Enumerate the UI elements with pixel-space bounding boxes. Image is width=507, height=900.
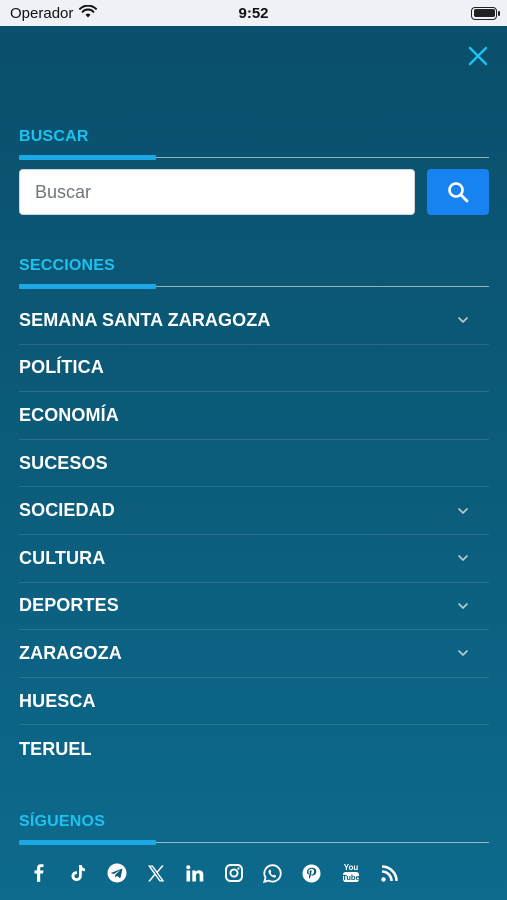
svg-text:You: You [343,863,358,872]
nav-item-zaragoza[interactable]: ZARAGOZA [19,630,489,678]
social-links: You Tube [19,858,409,888]
nav-item-label: ZARAGOZA [19,642,122,663]
nav-item-deportes[interactable]: DEPORTES [19,583,489,631]
status-bar: Operador 9:52 [0,0,507,26]
nav-item-semana-santa-zaragoza[interactable]: SEMANA SANTA ZARAGOZA [19,297,489,345]
nav-item-economia[interactable]: ECONOMÍA [19,392,489,440]
nav-item-label: DEPORTES [19,595,119,616]
battery-icon [471,6,500,20]
facebook-icon[interactable] [19,858,58,888]
x-icon[interactable] [136,858,175,888]
chevron-down-icon[interactable] [455,598,471,614]
youtube-icon[interactable]: You Tube [331,858,370,888]
svg-text:Tube: Tube [342,873,359,882]
nav-item-label: POLÍTICA [19,357,104,378]
chevron-down-icon[interactable] [455,312,471,328]
sections-nav-list: SEMANA SANTA ZARAGOZA POLÍTICA ECONOMÍA … [19,297,489,773]
section-divider [19,840,489,845]
search-section-title: BUSCAR [19,128,89,145]
nav-item-politica[interactable]: POLÍTICA [19,345,489,393]
telegram-icon[interactable] [97,858,136,888]
carrier-label: Operador [10,4,74,22]
close-menu-button[interactable] [465,43,491,69]
nav-item-teruel[interactable]: TERUEL [19,725,489,773]
nav-item-label: SUCESOS [19,452,108,473]
whatsapp-icon[interactable] [253,858,292,888]
search-button[interactable] [427,169,489,215]
nav-item-label: SOCIEDAD [19,500,115,521]
sections-section-header: SECCIONES [19,257,489,289]
sections-section-title: SECCIONES [19,257,116,274]
pinterest-icon[interactable] [292,858,331,888]
wifi-icon [79,4,98,22]
nav-item-sociedad[interactable]: SOCIEDAD [19,487,489,535]
nav-item-label: ECONOMÍA [19,404,119,425]
chevron-down-icon[interactable] [455,503,471,519]
section-divider [19,155,489,160]
search-section-header: BUSCAR [19,128,489,160]
follow-section-title: SÍGUENOS [19,813,106,830]
section-divider [19,284,489,289]
nav-item-label: SEMANA SANTA ZARAGOZA [19,309,271,330]
nav-item-label: HUESCA [19,690,96,711]
nav-item-cultura[interactable]: CULTURA [19,535,489,583]
chevron-down-icon[interactable] [455,645,471,661]
nav-item-label: CULTURA [19,547,106,568]
chevron-down-icon[interactable] [455,550,471,566]
nav-item-label: TERUEL [19,738,92,759]
status-left: Operador [10,4,98,22]
instagram-icon[interactable] [214,858,253,888]
rss-icon[interactable] [370,858,409,888]
nav-item-sucesos[interactable]: SUCESOS [19,440,489,488]
search-input[interactable] [19,169,415,215]
follow-section-header: SÍGUENOS [19,813,489,845]
tiktok-icon[interactable] [58,858,97,888]
linkedin-icon[interactable] [175,858,214,888]
close-icon [468,46,488,66]
nav-item-huesca[interactable]: HUESCA [19,678,489,726]
search-icon [448,182,469,203]
